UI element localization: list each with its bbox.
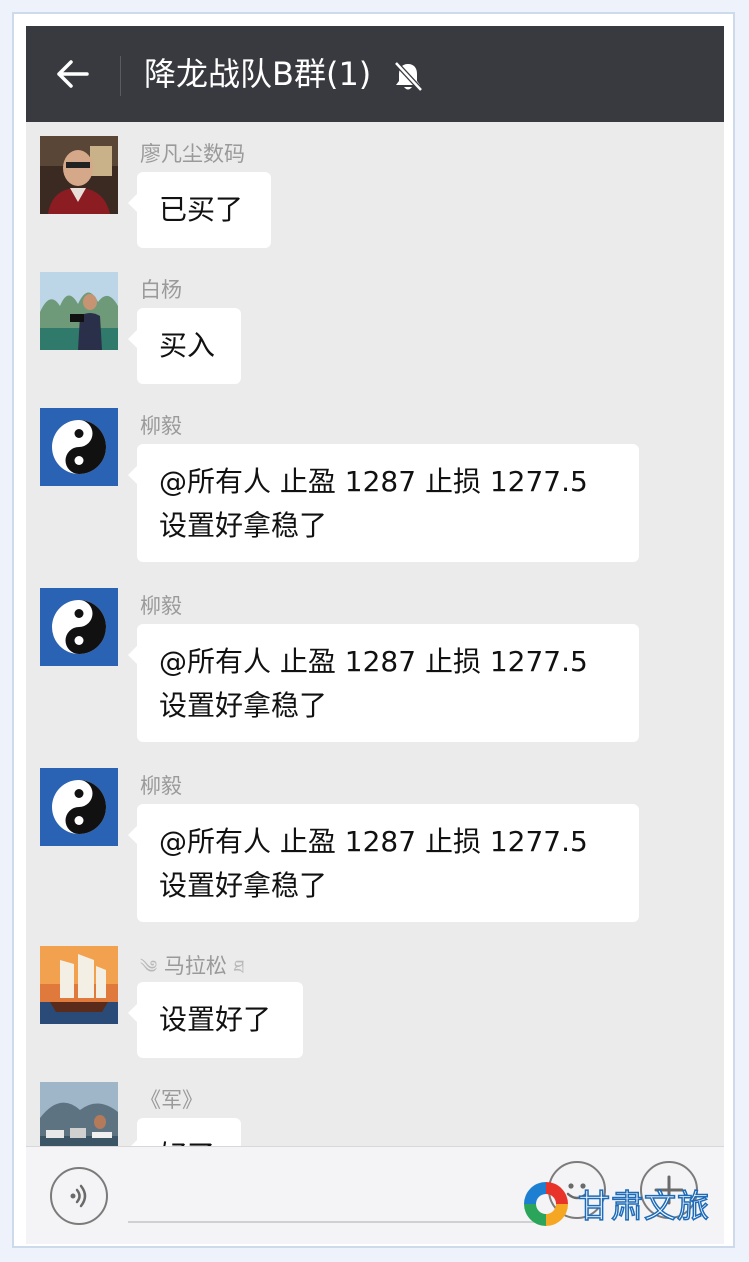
sender-name: 柳毅 [140, 774, 182, 798]
message-bubble[interactable]: 好了 [128, 1118, 241, 1146]
message-input[interactable] [128, 1221, 548, 1223]
message-item: 柳毅 @所有人 止盈 1287 止损 1277.5 设置好拿稳了 [26, 574, 724, 754]
voice-button[interactable] [50, 1167, 108, 1225]
bell-muted-icon [394, 61, 423, 92]
gansu-culture-tourism-logo-icon [524, 1182, 568, 1226]
message-text: 设置好了 [159, 1003, 272, 1036]
title-bar: 降龙战队B群(1) [26, 26, 724, 122]
chat-screen: 降龙战队B群(1) 廖凡尘数码 已买了 白杨 买入 柳毅 @所有人 止盈 128… [26, 26, 724, 1244]
message-list[interactable]: 廖凡尘数码 已买了 白杨 买入 柳毅 @所有人 止盈 1287 止损 1277.… [26, 122, 724, 1146]
avatar[interactable] [40, 588, 118, 666]
message-text: @所有人 止盈 1287 止损 1277.5 设置好拿稳了 [159, 645, 588, 722]
message-item: 《军》 好了 [26, 1068, 724, 1146]
message-text: @所有人 止盈 1287 止损 1277.5 设置好拿稳了 [159, 825, 588, 902]
avatar[interactable] [40, 272, 118, 350]
message-item: 柳毅 @所有人 止盈 1287 止损 1277.5 设置好拿稳了 [26, 394, 724, 574]
message-bubble[interactable]: 已买了 [128, 172, 271, 248]
sender-name-text: 马拉松 [163, 954, 227, 978]
back-button[interactable] [50, 52, 94, 96]
avatar[interactable] [40, 1082, 118, 1146]
message-bubble[interactable]: @所有人 止盈 1287 止损 1277.5 设置好拿稳了 [128, 624, 639, 742]
arrow-left-icon [57, 60, 89, 88]
flourish-right: ཐ [233, 957, 245, 978]
message-text: @所有人 止盈 1287 止损 1277.5 设置好拿稳了 [159, 465, 588, 542]
chat-title: 降龙战队B群(1) [144, 55, 372, 93]
watermark: 甘肃文旅 [520, 1178, 710, 1230]
message-text: 买入 [159, 329, 216, 362]
sailing-ship-image [40, 946, 118, 1024]
message-bubble[interactable]: 设置好了 [128, 982, 303, 1058]
message-item: ༄ 马拉松 ཐ 设置好了 [26, 932, 724, 1068]
avatar[interactable] [40, 946, 118, 1024]
avatar-landscape-image [40, 272, 118, 350]
harbor-image [40, 1082, 118, 1146]
yin-yang-icon [40, 768, 118, 846]
voice-icon [70, 1184, 87, 1208]
avatar[interactable] [40, 136, 118, 214]
title-divider [120, 56, 121, 96]
sender-name: 柳毅 [140, 414, 182, 438]
message-text: 已买了 [159, 193, 244, 226]
message-bubble[interactable]: @所有人 止盈 1287 止损 1277.5 设置好拿稳了 [128, 804, 639, 922]
message-item: 柳毅 @所有人 止盈 1287 止损 1277.5 设置好拿稳了 [26, 754, 724, 932]
watermark-text: 甘肃文旅 [577, 1186, 711, 1226]
avatar[interactable] [40, 408, 118, 486]
message-bubble[interactable]: 买入 [128, 308, 241, 384]
message-item: 廖凡尘数码 已买了 [26, 122, 724, 258]
avatar[interactable] [40, 768, 118, 846]
flourish-left: ༄ [140, 957, 158, 978]
sender-name: 廖凡尘数码 [140, 142, 245, 166]
sender-name: 《军》 [140, 1088, 203, 1112]
yin-yang-icon [40, 408, 118, 486]
yin-yang-icon [40, 588, 118, 666]
message-bubble[interactable]: @所有人 止盈 1287 止损 1277.5 设置好拿稳了 [128, 444, 639, 562]
message-text: 好了 [159, 1139, 215, 1146]
sender-name: 白杨 [140, 278, 182, 302]
message-item: 白杨 买入 [26, 258, 724, 394]
sender-name: 柳毅 [140, 594, 182, 618]
avatar-portrait-image [40, 136, 118, 214]
